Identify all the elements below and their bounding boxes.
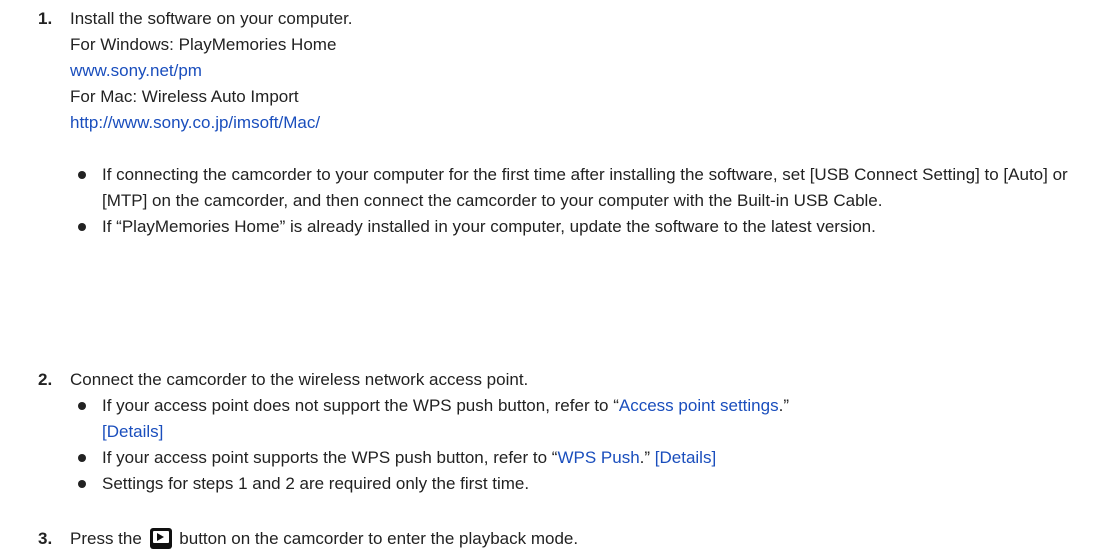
bullet-icon xyxy=(78,454,86,462)
note-text: If your access point does not support th… xyxy=(102,396,619,415)
mac-software-label: For Mac: Wireless Auto Import xyxy=(70,87,299,106)
bullet-icon xyxy=(78,480,86,488)
step-title: Install the software on your computer. xyxy=(70,9,353,28)
note-text: If connecting the camcorder to your comp… xyxy=(102,165,1068,210)
access-point-settings-link[interactable]: Access point settings xyxy=(619,396,779,415)
list-item: If your access point supports the WPS pu… xyxy=(70,445,1082,471)
step-number: 2. xyxy=(38,370,53,389)
bullet-icon xyxy=(78,171,86,179)
step-3: 3. Press the button on the camcorder to … xyxy=(38,526,1082,552)
note-text-end: .” xyxy=(778,396,789,415)
note-text: Settings for steps 1 and 2 are required … xyxy=(102,474,530,493)
wps-push-link[interactable]: WPS Push xyxy=(557,448,639,467)
instruction-page: 1. Install the software on your computer… xyxy=(0,0,1102,560)
list-item: If your access point does not support th… xyxy=(70,393,1082,445)
step-text: Press the xyxy=(70,529,142,548)
mac-software-link[interactable]: http://www.sony.co.jp/imsoft/Mac/ xyxy=(70,113,320,132)
step-number: 1. xyxy=(38,9,53,28)
bullet-icon xyxy=(78,223,86,231)
step-1: 1. Install the software on your computer… xyxy=(38,6,1082,240)
step-2: 2. Connect the camcorder to the wireless… xyxy=(38,367,1082,497)
list-item: If connecting the camcorder to your comp… xyxy=(70,162,1082,214)
step-text-end: button on the camcorder to enter the pla… xyxy=(179,529,579,548)
details-link[interactable]: [Details] xyxy=(102,422,163,441)
step-2-notes: If your access point does not support th… xyxy=(70,393,1082,497)
note-text: If your access point supports the WPS pu… xyxy=(102,448,558,467)
note-text: If “PlayMemories Home” is already instal… xyxy=(102,217,876,236)
step-title: Connect the camcorder to the wireless ne… xyxy=(70,370,529,389)
bullet-icon xyxy=(78,402,86,410)
playback-button-icon xyxy=(149,528,172,549)
list-item: If “PlayMemories Home” is already instal… xyxy=(70,214,1082,240)
step-1-notes: If connecting the camcorder to your comp… xyxy=(70,162,1082,240)
list-item: Settings for steps 1 and 2 are required … xyxy=(70,471,1082,497)
step-number: 3. xyxy=(38,529,53,548)
details-link[interactable]: [Details] xyxy=(655,448,716,467)
windows-software-label: For Windows: PlayMemories Home xyxy=(70,35,337,54)
note-text-end: .” xyxy=(639,448,655,467)
windows-software-link[interactable]: www.sony.net/pm xyxy=(70,61,202,80)
